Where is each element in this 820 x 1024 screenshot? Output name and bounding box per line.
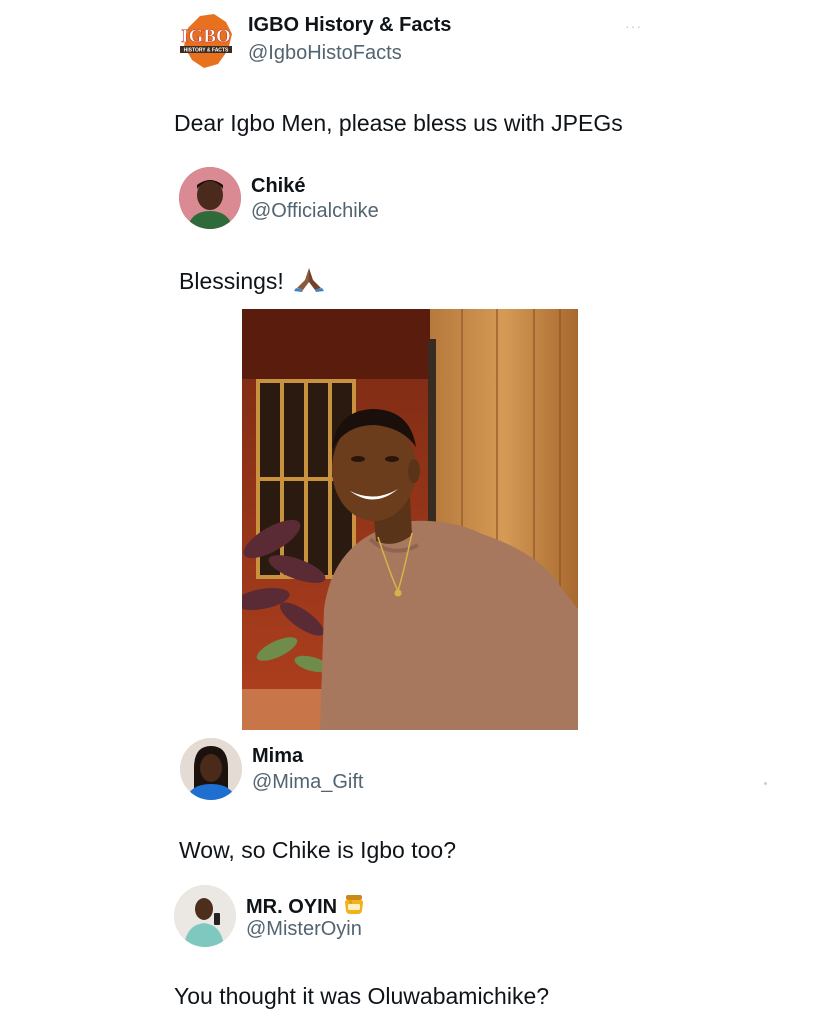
- honey-pot-icon: [343, 893, 365, 921]
- praying-hands-icon: [294, 266, 325, 298]
- logo-text: IGBO: [181, 26, 231, 47]
- tweet-text-content: Blessings!: [179, 268, 284, 294]
- photo-man-smiling: [242, 309, 578, 730]
- avatar-chike[interactable]: [179, 167, 241, 229]
- tweet-text: You thought it was Oluwabamichike?: [174, 983, 550, 1009]
- author-handle[interactable]: @Officialchike: [251, 200, 379, 223]
- tweet-text: Dear Igbo Men, please bless us with JPEG…: [174, 110, 623, 136]
- avatar-chike-image: [179, 167, 241, 229]
- author-name-text: Chiké: [251, 175, 306, 197]
- avatar-mima-image: [180, 738, 242, 800]
- igbo-map-logo: IGBO HISTORY & FACTS: [180, 14, 232, 68]
- tweet-text: Blessings!: [179, 266, 325, 298]
- author-name[interactable]: Chiké: [251, 175, 305, 198]
- author-handle[interactable]: @MisterOyin: [246, 918, 362, 941]
- author-handle[interactable]: @Mima_Gift: [252, 771, 363, 794]
- tweet-photo[interactable]: [242, 309, 578, 730]
- avatar-mima[interactable]: [180, 738, 242, 800]
- author-handle[interactable]: @IgboHistoFacts: [248, 42, 402, 65]
- avatar-mr-oyin-image: [174, 885, 236, 947]
- avatar-mr-oyin[interactable]: [174, 885, 236, 947]
- avatar-igbo-logo[interactable]: IGBO HISTORY & FACTS: [174, 10, 238, 72]
- author-name[interactable]: MR. OYIN: [246, 893, 365, 921]
- more-options-icon[interactable]: ···: [625, 18, 642, 34]
- tweet-text: Wow, so Chike is Igbo too?: [179, 837, 456, 863]
- faint-dot: [764, 782, 767, 785]
- author-name-text: MR. OYIN: [246, 895, 338, 918]
- author-name[interactable]: Mima: [252, 745, 303, 768]
- author-name-text: IGBO History & Facts: [248, 14, 452, 36]
- author-name[interactable]: IGBO History & Facts: [248, 14, 451, 37]
- author-name-text: Mima: [252, 745, 304, 767]
- logo-subtext: HISTORY & FACTS: [184, 48, 229, 54]
